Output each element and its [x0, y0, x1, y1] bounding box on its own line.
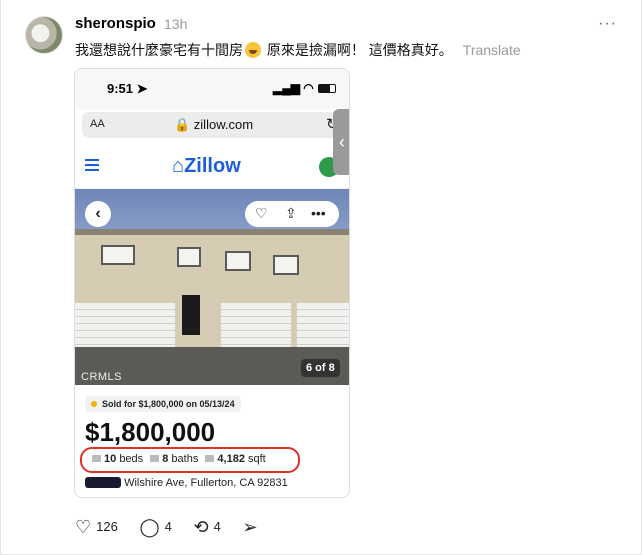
avatar[interactable]	[25, 16, 63, 54]
comment-count: 4	[164, 519, 172, 534]
back-arrow-icon: ‹	[85, 201, 111, 227]
sold-dot-icon	[91, 401, 97, 407]
garage-door	[75, 303, 175, 347]
status-time-text: 9:51	[107, 81, 134, 96]
sold-badge-text: Sold for $1,800,000 on 05/13/24	[102, 399, 235, 409]
browser-url-bar: AA 🔒 zillow.com ↻	[82, 112, 344, 138]
comment-button[interactable]: ◯ 4	[139, 517, 171, 538]
signal-wifi-icon: ▂▄▆ ◠	[273, 81, 314, 95]
post-frame: sheronspio 13h ··· 我還想說什麼豪宅有十間房 原來是撿漏啊！ …	[0, 0, 642, 555]
repost-count: 4	[213, 519, 221, 534]
photo-counter: 6 of 8	[301, 359, 340, 377]
sqft-value: 4,182	[217, 453, 245, 465]
share-button[interactable]: ➢	[242, 517, 262, 538]
share-icon: ⇪	[285, 205, 297, 221]
sqft-label: sqft	[248, 453, 266, 465]
post-text-part1: 我還想說什麼豪宅有十間房	[75, 42, 243, 58]
post-text-part2: 原來是撿漏啊！ 這價格真好。	[263, 42, 453, 58]
garage-door	[221, 303, 291, 347]
listing-address: Wilshire Ave, Fullerton, CA 92831	[85, 477, 288, 489]
like-button[interactable]: ♡ 126	[75, 517, 118, 538]
repost-icon: ⟲	[193, 517, 209, 537]
post-actions: ♡ 126 ◯ 4 ⟲ 4 ➢	[75, 517, 281, 538]
zillow-logo: ⌂Zillow	[172, 155, 241, 177]
comment-icon: ◯	[139, 517, 160, 537]
repost-button[interactable]: ⟲ 4	[193, 517, 220, 538]
phone-status-bar: 9:51 ➤ ▂▄▆ ◠	[75, 69, 349, 109]
menu-icon	[85, 159, 99, 171]
username[interactable]: sheronspio	[75, 15, 156, 32]
heart-icon: ♡	[255, 205, 268, 221]
beds-value: 10	[104, 453, 117, 465]
battery-icon	[317, 84, 336, 93]
address-text: Wilshire Ave, Fullerton, CA 92831	[124, 477, 288, 489]
photo-actions: ♡ ⇪ •••	[245, 201, 339, 227]
more-icon: •••	[311, 205, 326, 221]
translate-link[interactable]: Translate	[463, 42, 521, 58]
listing-photo: ‹ ♡ ⇪ ••• 6 of 8 CRMLS	[75, 189, 349, 385]
building-door	[182, 295, 200, 335]
crmls-watermark: CRMLS	[81, 371, 123, 383]
status-time: 9:51 ➤	[107, 81, 148, 96]
post-time: 13h	[164, 16, 188, 32]
building-window	[225, 251, 251, 271]
status-icons: ▂▄▆ ◠	[273, 81, 336, 95]
sold-badge: Sold for $1,800,000 on 05/13/24	[85, 396, 241, 412]
bed-icon	[92, 455, 101, 462]
zillow-logo-text: Zillow	[184, 155, 241, 177]
zillow-header: ⌂Zillow	[75, 147, 349, 189]
send-icon: ➢	[242, 517, 258, 537]
grinning-sweat-emoji-icon	[245, 42, 261, 58]
baths-value: 8	[162, 453, 169, 465]
heart-icon: ♡	[75, 517, 92, 537]
garage-door	[297, 303, 349, 347]
building-window	[273, 255, 299, 275]
like-count: 126	[96, 519, 118, 534]
beds-label: beds	[119, 453, 144, 465]
attached-screenshot[interactable]: 9:51 ➤ ▂▄▆ ◠ AA 🔒 zillow.com ↻ ⌂Zillow ‹	[74, 68, 350, 498]
bath-icon	[150, 455, 160, 462]
redacted-street-number	[85, 477, 121, 488]
url-text: 🔒 zillow.com	[174, 117, 254, 132]
reader-aa-icon: AA	[90, 118, 105, 130]
building-window	[101, 245, 135, 265]
side-collapse-tab-icon: ‹	[333, 109, 349, 175]
listing-facts: 10 beds 8 baths 4,182 sqft	[80, 447, 300, 473]
building-window	[177, 247, 201, 267]
more-options-icon[interactable]: ···	[598, 15, 617, 33]
post-text: 我還想說什麼豪宅有十間房 原來是撿漏啊！ 這價格真好。 Translate	[75, 40, 521, 60]
baths-label: baths	[171, 453, 199, 465]
listing-price: $1,800,000	[85, 417, 216, 447]
sqft-icon	[205, 455, 215, 462]
